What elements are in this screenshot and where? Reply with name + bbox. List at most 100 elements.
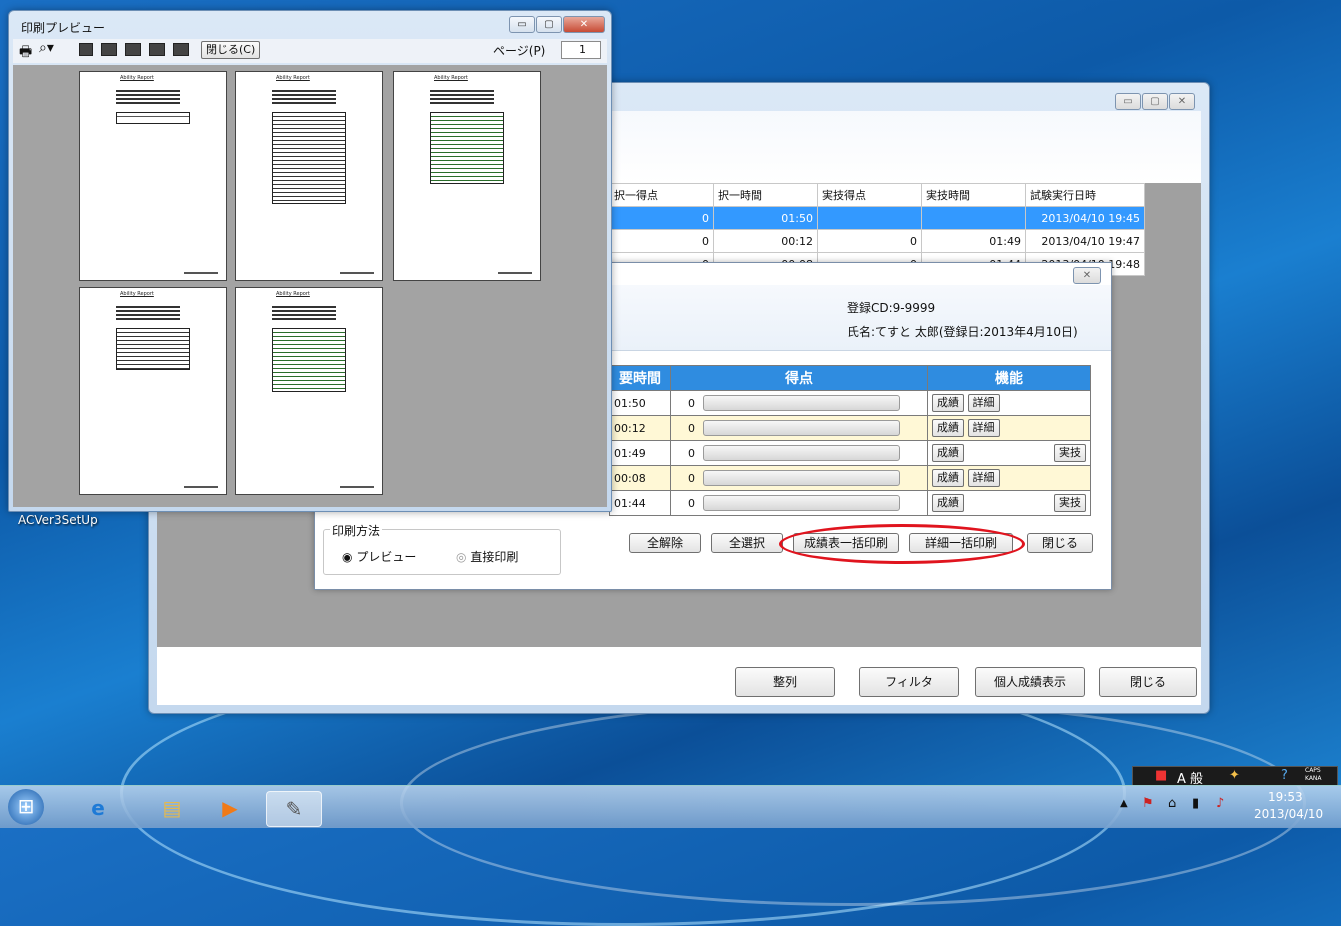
dialog-close-icon[interactable]: ✕ xyxy=(1073,267,1101,284)
detail-button[interactable]: 詳細 xyxy=(967,419,1000,437)
close-icon[interactable]: ✕ xyxy=(563,16,605,33)
seiseki-button[interactable]: 成績 xyxy=(932,469,964,487)
score-bar-cell xyxy=(699,465,928,491)
jitsugi-button[interactable]: 実技 xyxy=(1054,444,1086,462)
jitsugi-button[interactable]: 実技 xyxy=(1054,494,1086,512)
seiseki-button[interactable]: 成績 xyxy=(932,394,964,412)
show-hidden-icons-icon[interactable]: ▲ xyxy=(1120,798,1128,809)
action-center-icon[interactable]: ⚑ xyxy=(1142,796,1154,811)
preview-toolbar: 🖶 ⌕▾ 閉じる(C) ページ(P) 1 xyxy=(13,39,607,63)
score-cell: 0 xyxy=(670,440,699,466)
print-icon[interactable]: 🖶 xyxy=(19,41,32,65)
radio-preview[interactable]: ◉ プレビュー xyxy=(342,548,416,565)
cell xyxy=(921,206,1026,230)
preview-page[interactable]: Ability Report xyxy=(235,287,383,495)
page-thumb-lines xyxy=(116,306,180,322)
score-cell: 0 xyxy=(670,465,699,491)
close-icon[interactable]: ✕ xyxy=(1169,93,1195,110)
three-page-icon[interactable] xyxy=(125,43,141,56)
time-cell: 01:49 xyxy=(609,440,671,466)
preview-page-area: Ability Report Ability Report Ability Re… xyxy=(13,65,607,507)
score-header-row: 要時間 得点 機能 xyxy=(609,365,1091,391)
clock-time[interactable]: 19:53 xyxy=(1268,790,1303,804)
preview-page[interactable]: Ability Report xyxy=(393,71,541,281)
maximize-icon[interactable]: ▢ xyxy=(536,16,562,33)
preview-close-button[interactable]: 閉じる(C) xyxy=(201,41,261,59)
cell: 01:49 xyxy=(921,229,1026,253)
four-page-icon[interactable] xyxy=(149,43,165,56)
ime-tools-icon[interactable]: ✦ xyxy=(1229,768,1240,783)
detail-button[interactable]: 詳細 xyxy=(967,394,1000,412)
detail-button[interactable]: 詳細 xyxy=(967,469,1000,487)
col-header-time: 要時間 xyxy=(609,365,671,391)
seiseki-button[interactable]: 成績 xyxy=(932,419,964,437)
table-row[interactable]: 01:49 0 成績 実技 xyxy=(609,440,1091,466)
ime-red-icon[interactable]: ■ xyxy=(1155,768,1167,783)
table-row[interactable]: 01:44 0 成績 実技 xyxy=(609,490,1091,516)
preview-page[interactable]: Ability Report xyxy=(79,71,227,281)
score-bar xyxy=(703,445,900,461)
function-cell: 成績 詳細 xyxy=(927,390,1091,416)
app-taskbar-icon[interactable]: ✎ xyxy=(266,791,322,827)
print-method-group: 印刷方法 ◉ プレビュー ◎ 直接印刷 xyxy=(323,522,561,575)
table-row[interactable]: 0 01:50 2013/04/10 19:45 xyxy=(609,206,1145,230)
network-icon[interactable]: ⌂ xyxy=(1168,796,1176,811)
preview-caption-buttons: ▭ ▢ ✕ xyxy=(509,16,605,33)
filter-button[interactable]: フィルタ xyxy=(859,667,959,697)
radio-direct[interactable]: ◎ 直接印刷 xyxy=(456,548,518,565)
score-bar xyxy=(703,395,900,411)
select-all-button[interactable]: 全選択 xyxy=(711,533,783,553)
start-orb-icon[interactable]: ⊞ xyxy=(8,789,44,825)
radio-selected-icon[interactable]: ◉ xyxy=(342,550,352,564)
minimize-icon[interactable]: ▭ xyxy=(1115,93,1141,110)
page-thumb-title: Ability Report xyxy=(120,291,154,297)
grid-header-row: 択一得点 択一時間 実技得点 実技時間 試験実行日時 xyxy=(609,183,1145,207)
page-thumb-lines xyxy=(272,306,336,322)
preview-page[interactable]: Ability Report xyxy=(79,287,227,495)
col-header[interactable]: 試験実行日時 xyxy=(1025,183,1145,207)
caps-indicator: CAPS xyxy=(1305,767,1321,774)
seiseki-button[interactable]: 成績 xyxy=(932,444,964,462)
col-header[interactable]: 実技時間 xyxy=(921,183,1026,207)
desktop-icon-label[interactable]: ACVer3SetUp xyxy=(18,513,98,527)
table-row[interactable]: 01:50 0 成績 詳細 xyxy=(609,390,1091,416)
preview-page[interactable]: Ability Report xyxy=(235,71,383,281)
col-header[interactable]: 択一時間 xyxy=(713,183,818,207)
table-row[interactable]: 0 00:12 0 01:49 2013/04/10 19:47 xyxy=(609,229,1145,253)
maximize-icon[interactable]: ▢ xyxy=(1142,93,1168,110)
media-player-icon[interactable]: ▶ xyxy=(208,791,252,825)
col-header[interactable]: 択一得点 xyxy=(609,183,714,207)
dialog-close-button[interactable]: 閉じる xyxy=(1027,533,1093,553)
radio-direct-label: 直接印刷 xyxy=(470,550,519,564)
six-page-icon[interactable] xyxy=(173,43,189,56)
two-page-icon[interactable] xyxy=(101,43,117,56)
score-table[interactable]: 要時間 得点 機能 01:50 0 成績 詳細 00:12 0 成績 詳細 01… xyxy=(609,365,1091,516)
radio-unselected-icon[interactable]: ◎ xyxy=(456,550,466,564)
score-bar xyxy=(703,495,900,511)
zoom-icon[interactable]: ⌕▾ xyxy=(39,40,54,56)
main-close-button[interactable]: 閉じる xyxy=(1099,667,1197,697)
sort-button[interactable]: 整列 xyxy=(735,667,835,697)
internet-explorer-icon[interactable]: e xyxy=(76,791,120,825)
table-row[interactable]: 00:12 0 成績 詳細 xyxy=(609,415,1091,441)
one-page-icon[interactable] xyxy=(79,43,93,56)
ime-help-icon[interactable]: ? xyxy=(1281,768,1288,783)
seiseki-button[interactable]: 成績 xyxy=(932,494,964,512)
table-row[interactable]: 00:08 0 成績 詳細 xyxy=(609,465,1091,491)
score-bar xyxy=(703,420,900,436)
volume-icon[interactable]: ♪ xyxy=(1216,796,1224,811)
score-bar-cell xyxy=(699,390,928,416)
clock-date[interactable]: 2013/04/10 xyxy=(1254,807,1323,821)
clear-all-button[interactable]: 全解除 xyxy=(629,533,701,553)
main-button-bar: 整列 フィルタ 個人成績表示 閉じる xyxy=(157,647,1201,705)
personal-score-button[interactable]: 個人成績表示 xyxy=(975,667,1085,697)
power-icon[interactable]: ▮ xyxy=(1192,796,1199,811)
explorer-folder-icon[interactable]: ▤ xyxy=(150,791,194,825)
score-cell: 0 xyxy=(670,415,699,441)
col-header[interactable]: 実技得点 xyxy=(817,183,922,207)
time-cell: 01:50 xyxy=(609,390,671,416)
page-spinner[interactable]: 1 xyxy=(561,41,601,59)
page-thumb-footer xyxy=(184,272,218,274)
minimize-icon[interactable]: ▭ xyxy=(509,16,535,33)
score-bar xyxy=(703,470,900,486)
